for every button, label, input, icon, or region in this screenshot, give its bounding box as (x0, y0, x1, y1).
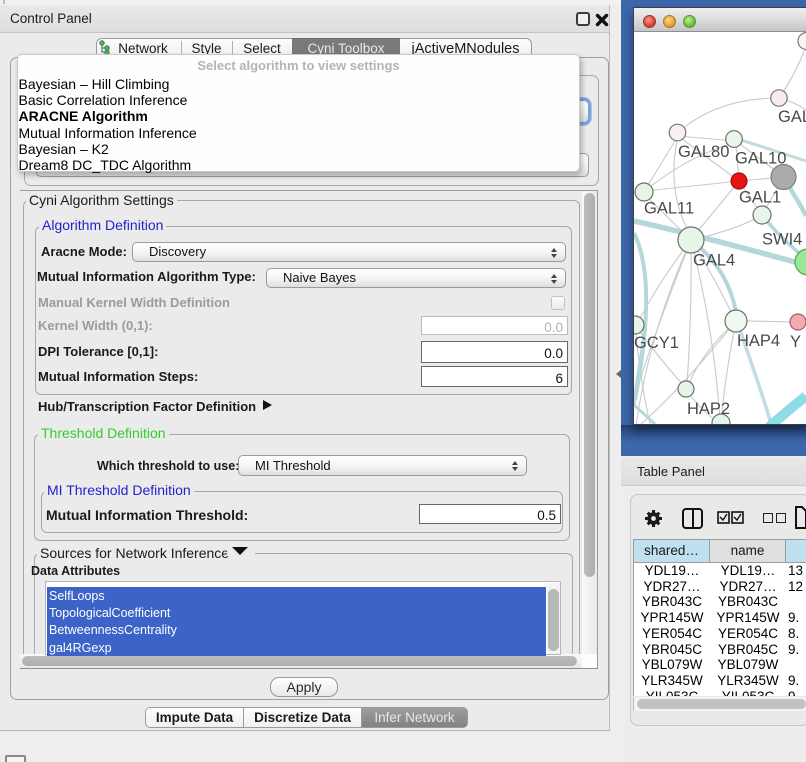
svg-text:Y: Y (790, 333, 801, 351)
svg-text:SWI4: SWI4 (762, 231, 802, 249)
svg-text:GAL7: GAL7 (778, 108, 806, 126)
svg-text:GAL10: GAL10 (735, 150, 786, 168)
svg-text:HAP4: HAP4 (737, 332, 780, 350)
svg-text:GAL1: GAL1 (739, 189, 781, 207)
svg-text:GAL80: GAL80 (678, 143, 729, 161)
svg-text:GAL11: GAL11 (644, 200, 694, 218)
svg-text:GAL4: GAL4 (693, 252, 735, 270)
svg-text:GCY1: GCY1 (634, 334, 679, 352)
svg-text:HAP2: HAP2 (687, 400, 730, 418)
